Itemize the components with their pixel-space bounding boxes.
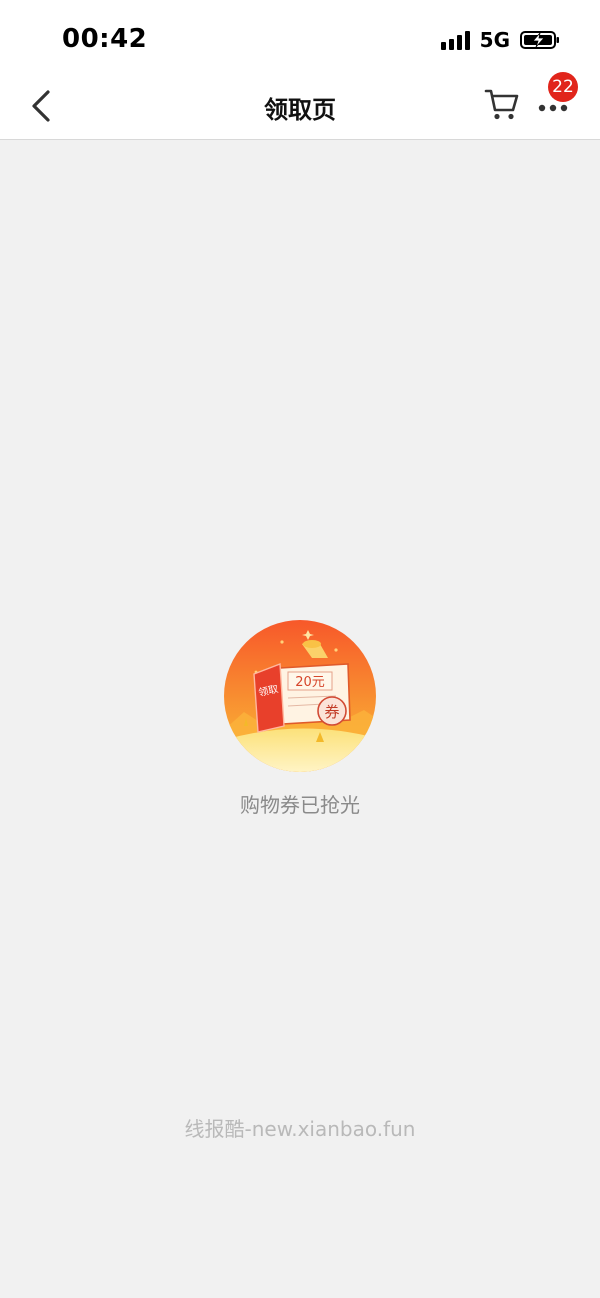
illustration-amount-text: 20元 (295, 675, 325, 690)
status-time: 00:42 (62, 24, 148, 54)
network-type: 5G (479, 28, 510, 52)
battery-charging-icon (520, 31, 559, 49)
illustration-stamp-text: 券 (324, 703, 339, 721)
status-indicators: 5G (440, 28, 560, 52)
watermark: 线报酷-new.xianbao.fun (184, 1117, 416, 1141)
signal-icon (440, 30, 470, 50)
navigation-bar: 领取页 22 (0, 72, 600, 140)
empty-message: 购物券已抢光 (240, 793, 360, 817)
main-content: 领取 20元 券 购物券已抢光 线报酷-new.xianbao.fun (0, 141, 600, 1298)
status-bar: 00:42 5G (0, 0, 600, 72)
notification-badge: 22 (548, 72, 578, 102)
coupon-illustration: 领取 20元 券 (224, 620, 376, 772)
cart-icon[interactable] (484, 86, 520, 122)
